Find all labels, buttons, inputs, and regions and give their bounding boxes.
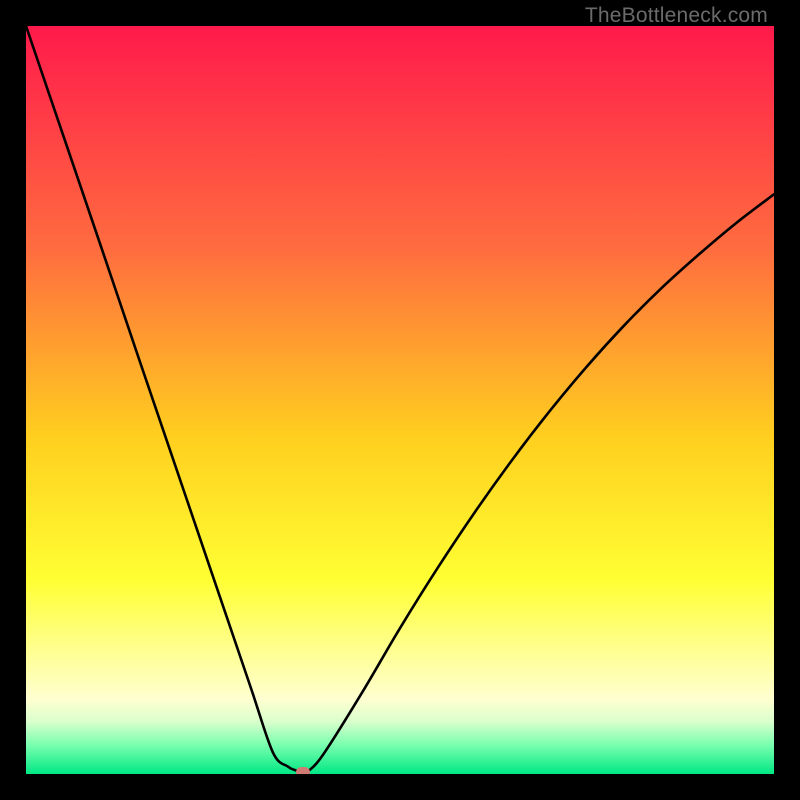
- watermark-text: TheBottleneck.com: [585, 4, 768, 28]
- bottleneck-curve: [26, 26, 774, 774]
- chart-frame: TheBottleneck.com: [0, 0, 800, 800]
- optimal-marker: [296, 767, 310, 774]
- plot-area: [26, 26, 774, 774]
